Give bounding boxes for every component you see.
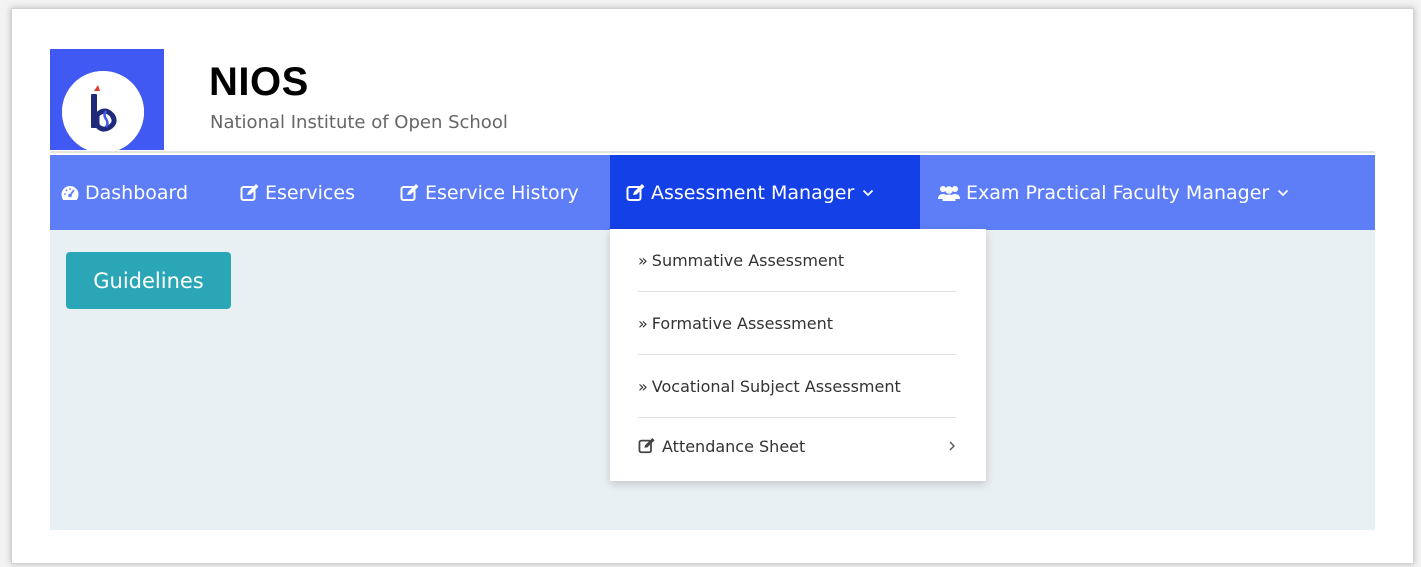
dropdown-item-formative-assessment[interactable]: » Formative Assessment [638, 292, 956, 354]
nav-label-dashboard: Dashboard [85, 181, 189, 204]
dropdown-item-label: Vocational Subject Assessment [651, 376, 901, 396]
dropdown-item-summative-assessment[interactable]: » Summative Assessment [638, 229, 956, 291]
edit-icon [400, 183, 420, 202]
raquo-icon: » [638, 313, 648, 333]
site-title: NIOS [209, 60, 309, 104]
chevron-down-icon [862, 189, 874, 197]
raquo-icon: » [638, 376, 648, 396]
nav-item-eservice-history[interactable]: Eservice History [400, 155, 579, 230]
site-subtitle: National Institute of Open School [210, 112, 508, 133]
nav-item-assessment-manager[interactable]: Assessment Manager [610, 155, 920, 230]
assessment-manager-dropdown: » Summative Assessment » Formative Asses… [610, 229, 986, 481]
guidelines-button[interactable]: Guidelines [66, 252, 231, 309]
nav-item-exam-practical-faculty-manager[interactable]: Exam Practical Faculty Manager [937, 155, 1289, 230]
chevron-right-icon [948, 415, 956, 477]
nav-label-assessment-manager: Assessment Manager [651, 181, 855, 204]
edit-icon [638, 438, 656, 454]
chevron-down-icon [1277, 189, 1289, 197]
dropdown-item-attendance-sheet[interactable]: Attendance Sheet [638, 415, 956, 477]
nav-item-eservices[interactable]: Eservices [240, 155, 355, 230]
nios-logo[interactable] [50, 49, 164, 153]
nav-label-eservice-history: Eservice History [425, 181, 579, 204]
nios-emblem-icon [62, 71, 144, 153]
dropdown-item-label: Summative Assessment [651, 250, 845, 270]
dropdown-item-label: Formative Assessment [651, 313, 833, 333]
nav-label-eservices: Eservices [265, 181, 355, 204]
nav-label-exam-practical-faculty-manager: Exam Practical Faculty Manager [966, 181, 1270, 204]
tachometer-icon [60, 184, 80, 202]
edit-icon [626, 183, 646, 202]
logo-circle [62, 71, 144, 153]
edit-icon [240, 183, 260, 202]
dropdown-item-label: Attendance Sheet [662, 436, 806, 456]
main-navbar: Dashboard Eservices Eservice History Ass… [50, 155, 1375, 230]
users-icon [937, 184, 961, 202]
header-divider [50, 151, 1375, 153]
nav-item-dashboard[interactable]: Dashboard [60, 155, 188, 230]
raquo-icon: » [638, 250, 648, 270]
dropdown-item-vocational-subject-assessment[interactable]: » Vocational Subject Assessment [638, 355, 956, 417]
